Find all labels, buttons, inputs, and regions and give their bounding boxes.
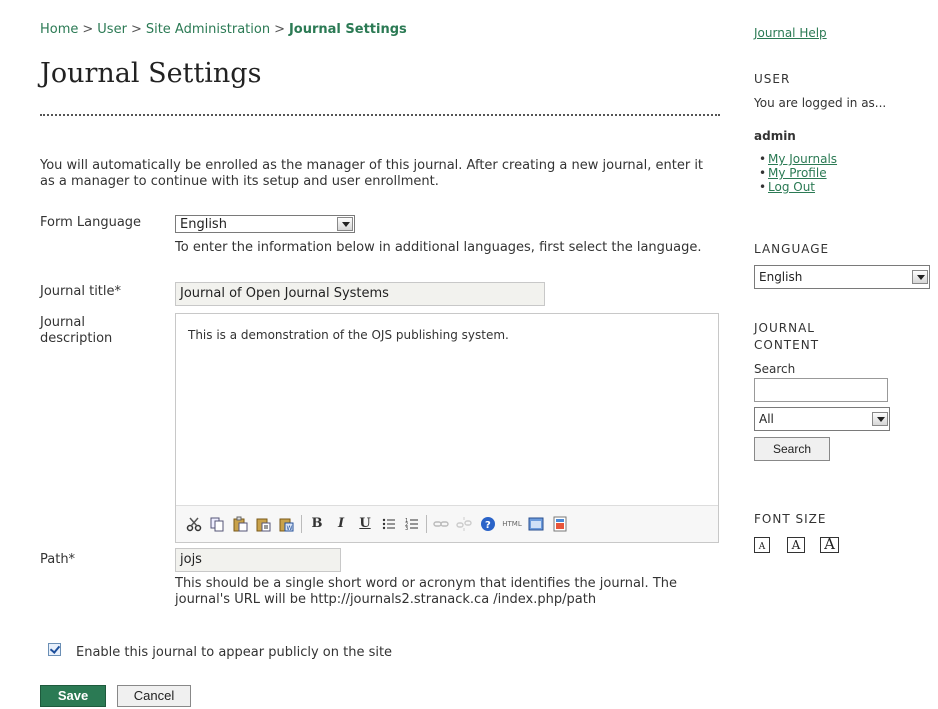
path-input[interactable]: jojs bbox=[175, 548, 341, 572]
log-out-link[interactable]: Log Out bbox=[768, 180, 815, 194]
sidebar: Journal Help USER You are logged in as..… bbox=[754, 0, 938, 709]
image-upload-icon[interactable] bbox=[552, 516, 568, 532]
sidebar-language-value: English bbox=[759, 270, 803, 284]
html-source-button[interactable]: HTML bbox=[499, 516, 525, 532]
form-language-value: English bbox=[180, 217, 227, 232]
chevron-down-icon bbox=[337, 217, 353, 231]
bullet-list-icon[interactable] bbox=[381, 516, 397, 532]
toolbar-separator bbox=[301, 515, 302, 533]
page-title: Journal Settings bbox=[40, 58, 262, 89]
svg-text:?: ? bbox=[485, 520, 491, 531]
toolbar-separator bbox=[426, 515, 427, 533]
paste-text-icon[interactable] bbox=[255, 516, 271, 532]
font-size-medium-button[interactable]: A bbox=[787, 537, 805, 553]
underline-button[interactable]: U bbox=[357, 516, 373, 532]
font-size-small-button[interactable]: A bbox=[754, 537, 770, 553]
breadcrumb-user[interactable]: User bbox=[97, 22, 127, 37]
breadcrumb-separator: > bbox=[130, 22, 142, 37]
cancel-button[interactable]: Cancel bbox=[117, 685, 191, 707]
paste-word-icon[interactable]: W bbox=[278, 516, 294, 532]
intro-text: You will automatically be enrolled as th… bbox=[40, 158, 704, 189]
save-button[interactable]: Save bbox=[40, 685, 106, 707]
copy-icon[interactable] bbox=[209, 516, 225, 532]
search-button[interactable]: Search bbox=[754, 437, 830, 461]
journal-description-label: Journal description bbox=[40, 315, 113, 346]
journal-help-link[interactable]: Journal Help bbox=[754, 26, 827, 40]
editor-toolbar: W B I U 123 ? HTML bbox=[176, 505, 718, 542]
title-divider bbox=[40, 114, 720, 116]
svg-text:W: W bbox=[287, 525, 293, 532]
path-label: Path* bbox=[40, 552, 76, 567]
breadcrumb-current[interactable]: Journal Settings bbox=[289, 22, 407, 37]
breadcrumb-separator: > bbox=[82, 22, 94, 37]
search-scope-value: All bbox=[759, 412, 774, 426]
sidebar-language-select[interactable]: English bbox=[754, 265, 930, 289]
search-scope-select[interactable]: All bbox=[754, 407, 890, 431]
font-size-heading: FONT SIZE bbox=[754, 512, 827, 526]
cut-icon[interactable] bbox=[186, 516, 202, 532]
journal-title-input[interactable]: Journal of Open Journal Systems bbox=[175, 282, 545, 306]
link-icon[interactable] bbox=[433, 516, 449, 532]
journal-title-label: Journal title* bbox=[40, 284, 122, 299]
search-input[interactable] bbox=[754, 378, 888, 402]
fullscreen-icon[interactable] bbox=[528, 516, 544, 532]
language-heading: LANGUAGE bbox=[754, 242, 830, 256]
username: admin bbox=[754, 129, 796, 143]
logged-in-text: You are logged in as... bbox=[754, 96, 887, 110]
breadcrumb-site-administration[interactable]: Site Administration bbox=[146, 22, 270, 37]
my-profile-link[interactable]: My Profile bbox=[768, 166, 827, 180]
path-hint: This should be a single short word or ac… bbox=[175, 576, 677, 607]
form-language-select[interactable]: English bbox=[175, 215, 355, 233]
form-language-label: Form Language bbox=[40, 215, 142, 230]
form-language-hint: To enter the information below in additi… bbox=[175, 240, 702, 255]
italic-button[interactable]: I bbox=[333, 516, 349, 532]
journal-description-editor[interactable]: This is a demonstration of the OJS publi… bbox=[175, 313, 719, 543]
breadcrumb: Home > User > Site Administration > Journal Se… bbox=[40, 22, 407, 37]
paste-icon[interactable] bbox=[232, 516, 248, 532]
journal-content-heading: JOURNAL CONTENT bbox=[754, 321, 820, 352]
enable-journal-label: Enable this journal to appear publicly o… bbox=[76, 645, 393, 660]
font-size-large-button[interactable]: A bbox=[820, 537, 839, 553]
numbered-list-icon[interactable]: 123 bbox=[404, 516, 420, 532]
list-item: My Journals bbox=[759, 152, 837, 166]
enable-journal-checkbox[interactable] bbox=[48, 643, 61, 656]
user-heading: USER bbox=[754, 72, 791, 86]
my-journals-link[interactable]: My Journals bbox=[768, 152, 837, 166]
list-item: Log Out bbox=[759, 180, 837, 194]
breadcrumb-separator: > bbox=[274, 22, 285, 37]
user-links: My Journals My Profile Log Out bbox=[759, 152, 837, 194]
chevron-down-icon bbox=[872, 412, 888, 426]
journal-description-text[interactable]: This is a demonstration of the OJS publi… bbox=[188, 328, 509, 342]
unlink-icon[interactable] bbox=[456, 516, 472, 532]
svg-text:3: 3 bbox=[405, 526, 408, 532]
list-item: My Profile bbox=[759, 166, 837, 180]
search-label: Search bbox=[754, 362, 796, 376]
breadcrumb-home[interactable]: Home bbox=[40, 22, 78, 37]
chevron-down-icon bbox=[912, 270, 928, 284]
help-icon[interactable]: ? bbox=[480, 516, 496, 532]
journal-settings-page: Home > User > Site Administration > Journal Se… bbox=[0, 0, 938, 709]
bold-button[interactable]: B bbox=[309, 516, 325, 532]
